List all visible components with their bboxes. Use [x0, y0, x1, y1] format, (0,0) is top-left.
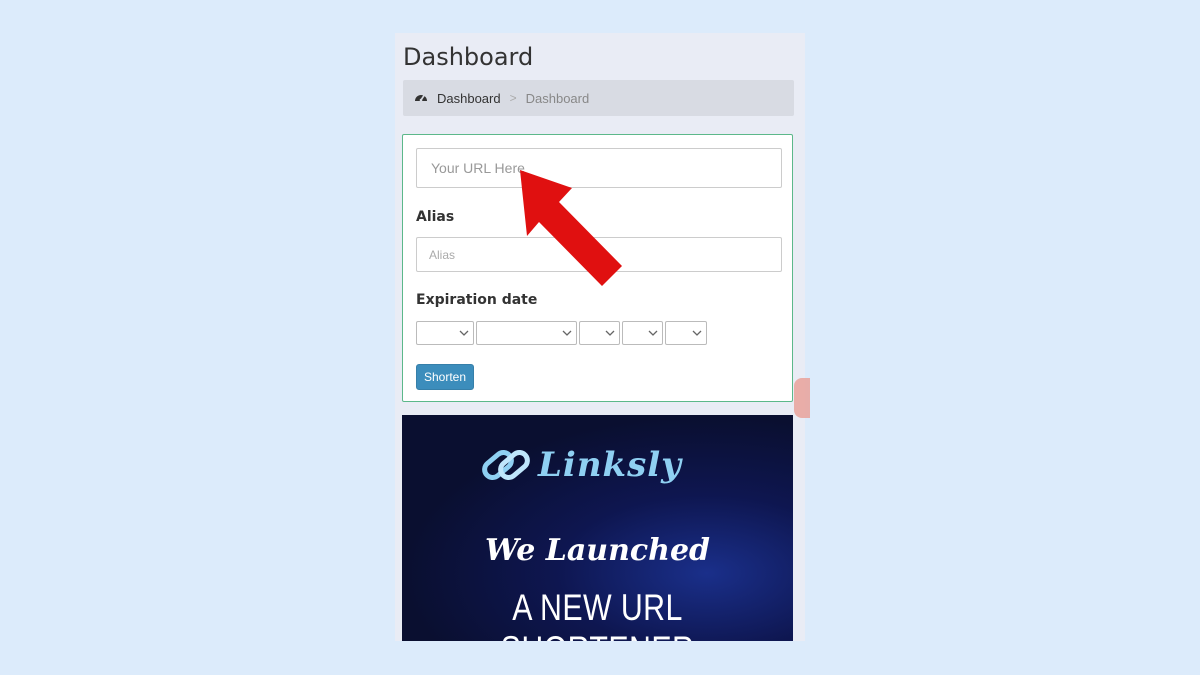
- expiration-day-select[interactable]: [416, 321, 474, 345]
- shorten-button[interactable]: Shorten: [416, 364, 475, 390]
- expiration-date-label: Expiration date: [416, 292, 538, 308]
- banner-subheadline: A NEW URL SHORTENER: [501, 587, 694, 641]
- expiration-month-select[interactable]: [476, 321, 577, 345]
- red-pointer-arrow-icon: [520, 170, 622, 286]
- page-title: Dashboard: [403, 43, 534, 71]
- expiration-minute-select[interactable]: [665, 321, 707, 345]
- chevron-down-icon: [648, 330, 658, 336]
- linksly-banner[interactable]: Linksly We Launched A NEW URL SHORTENER: [402, 415, 793, 641]
- breadcrumb-current: Dashboard: [525, 90, 590, 106]
- chevron-down-icon: [562, 330, 572, 336]
- banner-headline: We Launched: [484, 533, 711, 568]
- breadcrumb-home-link[interactable]: Dashboard: [437, 91, 501, 106]
- chevron-down-icon: [692, 330, 702, 336]
- alias-label: Alias: [416, 209, 455, 225]
- chain-link-icon: [482, 450, 530, 480]
- logo-text: Linksly: [538, 445, 682, 485]
- dashboard-gauge-icon: [414, 91, 428, 105]
- linksly-logo: Linksly: [480, 443, 682, 487]
- breadcrumb-separator: >: [509, 91, 517, 105]
- expiration-date-selects: [416, 321, 709, 345]
- expiration-year-select[interactable]: [579, 321, 620, 345]
- chevron-down-icon: [459, 330, 469, 336]
- mobile-screen: Dashboard Dashboard > Dashboard Alias Ex…: [395, 33, 805, 641]
- chevron-down-icon: [605, 330, 615, 336]
- breadcrumb: Dashboard > Dashboard: [403, 80, 794, 116]
- side-handle: [794, 378, 810, 418]
- expiration-hour-select[interactable]: [622, 321, 663, 345]
